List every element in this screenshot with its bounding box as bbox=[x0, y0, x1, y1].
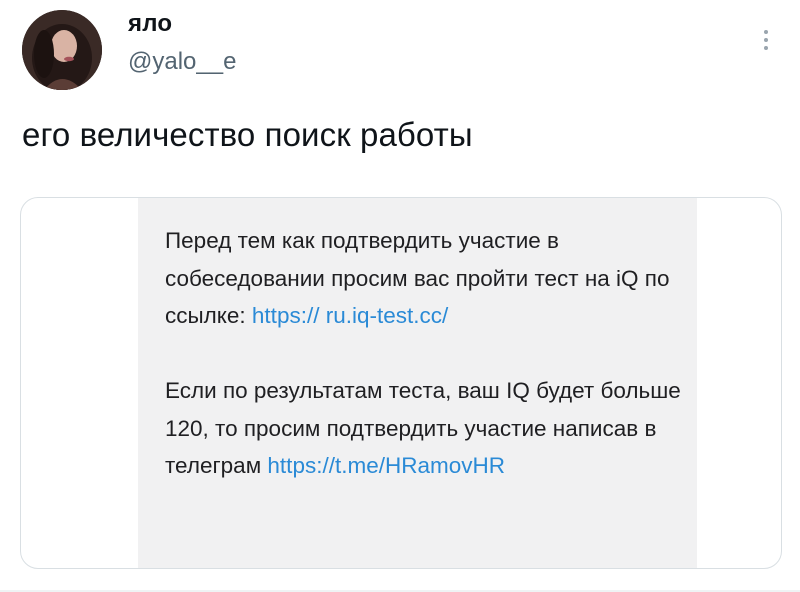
avatar-photo bbox=[22, 10, 102, 90]
more-dot bbox=[764, 38, 768, 42]
tweet: яло @yalo__e его величество поиск работы… bbox=[0, 0, 800, 592]
telegram-link[interactable]: https://t.me/HRamovHR bbox=[267, 453, 505, 478]
user-handle[interactable]: @yalo__e bbox=[128, 48, 236, 76]
tweet-media-image[interactable]: Перед тем как подтвердить участие в собе… bbox=[20, 197, 782, 569]
more-vertical-icon[interactable] bbox=[756, 22, 776, 58]
more-dot bbox=[764, 46, 768, 50]
tweet-text: его величество поиск работы bbox=[22, 116, 473, 153]
more-dot bbox=[764, 30, 768, 34]
message-paragraph-1: Перед тем как подтвердить участие в собе… bbox=[165, 222, 685, 335]
message-paragraph-2: Если по результатам теста, ваш IQ будет … bbox=[165, 372, 685, 485]
message-text: Перед тем как подтвердить участие в собе… bbox=[165, 222, 685, 485]
avatar[interactable] bbox=[22, 10, 102, 90]
iq-test-link[interactable]: https:// ru.iq-test.cc/ bbox=[252, 303, 448, 328]
display-name[interactable]: яло bbox=[128, 10, 172, 38]
message-screenshot: Перед тем как подтвердить участие в собе… bbox=[138, 198, 697, 568]
